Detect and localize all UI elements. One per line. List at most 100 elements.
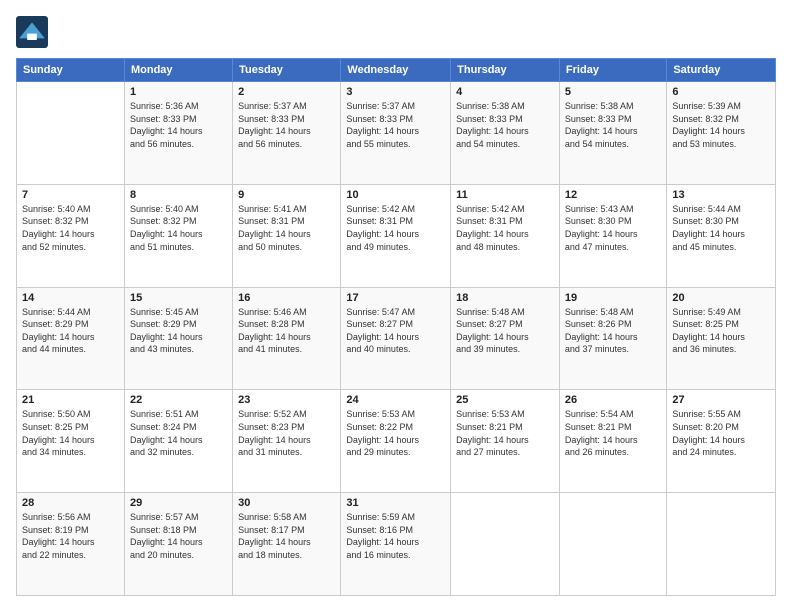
calendar-week-5: 28 Sunrise: 5:56 AM Sunset: 8:19 PM Dayli… <box>17 493 776 596</box>
calendar-cell: 22 Sunrise: 5:51 AM Sunset: 8:24 PM Dayli… <box>124 390 232 493</box>
logo-icon <box>16 16 48 48</box>
cell-info: Sunrise: 5:49 AM Sunset: 8:25 PM Dayligh… <box>672 306 770 356</box>
calendar-cell: 4 Sunrise: 5:38 AM Sunset: 8:33 PM Daylig… <box>451 82 560 185</box>
cell-info: Sunrise: 5:41 AM Sunset: 8:31 PM Dayligh… <box>238 203 335 253</box>
calendar-cell: 12 Sunrise: 5:43 AM Sunset: 8:30 PM Dayli… <box>559 184 666 287</box>
cell-info: Sunrise: 5:42 AM Sunset: 8:31 PM Dayligh… <box>456 203 554 253</box>
calendar-cell: 24 Sunrise: 5:53 AM Sunset: 8:22 PM Dayli… <box>341 390 451 493</box>
calendar-cell: 9 Sunrise: 5:41 AM Sunset: 8:31 PM Daylig… <box>233 184 341 287</box>
calendar-cell: 6Sunrise: 5:39 AM Sunset: 8:32 PM Daylig… <box>667 82 776 185</box>
calendar-cell: 1Sunrise: 5:36 AM Sunset: 8:33 PM Daylig… <box>124 82 232 185</box>
cell-date: 3 <box>346 86 445 98</box>
calendar-header-tuesday: Tuesday <box>233 59 341 82</box>
calendar-cell: 26 Sunrise: 5:54 AM Sunset: 8:21 PM Dayli… <box>559 390 666 493</box>
calendar-cell: 5Sunrise: 5:38 AM Sunset: 8:33 PM Daylig… <box>559 82 666 185</box>
calendar-cell <box>667 493 776 596</box>
cell-date: 2 <box>238 86 335 98</box>
cell-info: Sunrise: 5:58 AM Sunset: 8:17 PM Dayligh… <box>238 511 335 561</box>
cell-date: 14 <box>22 292 119 304</box>
calendar-cell: 30 Sunrise: 5:58 AM Sunset: 8:17 PM Dayli… <box>233 493 341 596</box>
cell-date: 4 <box>456 86 554 98</box>
cell-info: Sunrise: 5:40 AM Sunset: 8:32 PM Dayligh… <box>22 203 119 253</box>
cell-date: 31 <box>346 497 445 509</box>
cell-info: Sunrise: 5:57 AM Sunset: 8:18 PM Dayligh… <box>130 511 227 561</box>
calendar-cell: 28 Sunrise: 5:56 AM Sunset: 8:19 PM Dayli… <box>17 493 125 596</box>
calendar-cell: 27Sunrise: 5:55 AM Sunset: 8:20 PM Dayli… <box>667 390 776 493</box>
cell-info: Sunrise: 5:53 AM Sunset: 8:21 PM Dayligh… <box>456 408 554 458</box>
cell-info: Sunrise: 5:59 AM Sunset: 8:16 PM Dayligh… <box>346 511 445 561</box>
cell-date: 28 <box>22 497 119 509</box>
calendar-week-1: 1Sunrise: 5:36 AM Sunset: 8:33 PM Daylig… <box>17 82 776 185</box>
cell-info: Sunrise: 5:53 AM Sunset: 8:22 PM Dayligh… <box>346 408 445 458</box>
calendar-cell: 16 Sunrise: 5:46 AM Sunset: 8:28 PM Dayli… <box>233 287 341 390</box>
header <box>16 16 776 48</box>
calendar-week-3: 14 Sunrise: 5:44 AM Sunset: 8:29 PM Dayli… <box>17 287 776 390</box>
calendar-header-friday: Friday <box>559 59 666 82</box>
cell-date: 16 <box>238 292 335 304</box>
cell-info: Sunrise: 5:54 AM Sunset: 8:21 PM Dayligh… <box>565 408 661 458</box>
calendar-cell: 7Sunrise: 5:40 AM Sunset: 8:32 PM Daylig… <box>17 184 125 287</box>
page: SundayMondayTuesdayWednesdayThursdayFrid… <box>0 0 792 612</box>
cell-date: 30 <box>238 497 335 509</box>
cell-date: 5 <box>565 86 661 98</box>
calendar-header-wednesday: Wednesday <box>341 59 451 82</box>
calendar-cell: 10Sunrise: 5:42 AM Sunset: 8:31 PM Dayli… <box>341 184 451 287</box>
cell-date: 12 <box>565 189 661 201</box>
cell-date: 8 <box>130 189 227 201</box>
calendar-cell: 31 Sunrise: 5:59 AM Sunset: 8:16 PM Dayli… <box>341 493 451 596</box>
cell-info: Sunrise: 5:46 AM Sunset: 8:28 PM Dayligh… <box>238 306 335 356</box>
calendar-cell: 11Sunrise: 5:42 AM Sunset: 8:31 PM Dayli… <box>451 184 560 287</box>
calendar-cell: 8 Sunrise: 5:40 AM Sunset: 8:32 PM Daylig… <box>124 184 232 287</box>
calendar-cell: 29 Sunrise: 5:57 AM Sunset: 8:18 PM Dayli… <box>124 493 232 596</box>
cell-info: Sunrise: 5:36 AM Sunset: 8:33 PM Dayligh… <box>130 100 227 150</box>
cell-info: Sunrise: 5:43 AM Sunset: 8:30 PM Dayligh… <box>565 203 661 253</box>
calendar-cell: 15 Sunrise: 5:45 AM Sunset: 8:29 PM Dayli… <box>124 287 232 390</box>
calendar-cell: 21Sunrise: 5:50 AM Sunset: 8:25 PM Dayli… <box>17 390 125 493</box>
cell-date: 23 <box>238 394 335 406</box>
cell-date: 10 <box>346 189 445 201</box>
calendar-header-row: SundayMondayTuesdayWednesdayThursdayFrid… <box>17 59 776 82</box>
calendar-header-monday: Monday <box>124 59 232 82</box>
calendar-cell: 17Sunrise: 5:47 AM Sunset: 8:27 PM Dayli… <box>341 287 451 390</box>
cell-info: Sunrise: 5:51 AM Sunset: 8:24 PM Dayligh… <box>130 408 227 458</box>
cell-date: 27 <box>672 394 770 406</box>
cell-info: Sunrise: 5:37 AM Sunset: 8:33 PM Dayligh… <box>346 100 445 150</box>
cell-info: Sunrise: 5:44 AM Sunset: 8:29 PM Dayligh… <box>22 306 119 356</box>
cell-info: Sunrise: 5:48 AM Sunset: 8:27 PM Dayligh… <box>456 306 554 356</box>
cell-info: Sunrise: 5:40 AM Sunset: 8:32 PM Dayligh… <box>130 203 227 253</box>
logo <box>16 16 52 48</box>
cell-date: 15 <box>130 292 227 304</box>
cell-date: 26 <box>565 394 661 406</box>
calendar-week-2: 7Sunrise: 5:40 AM Sunset: 8:32 PM Daylig… <box>17 184 776 287</box>
calendar-cell: 3 Sunrise: 5:37 AM Sunset: 8:33 PM Daylig… <box>341 82 451 185</box>
calendar-cell: 2 Sunrise: 5:37 AM Sunset: 8:33 PM Daylig… <box>233 82 341 185</box>
cell-date: 25 <box>456 394 554 406</box>
cell-date: 21 <box>22 394 119 406</box>
cell-date: 24 <box>346 394 445 406</box>
cell-info: Sunrise: 5:48 AM Sunset: 8:26 PM Dayligh… <box>565 306 661 356</box>
calendar-cell: 23 Sunrise: 5:52 AM Sunset: 8:23 PM Dayli… <box>233 390 341 493</box>
cell-date: 9 <box>238 189 335 201</box>
calendar-cell: 25 Sunrise: 5:53 AM Sunset: 8:21 PM Dayli… <box>451 390 560 493</box>
calendar-header-thursday: Thursday <box>451 59 560 82</box>
cell-date: 17 <box>346 292 445 304</box>
cell-date: 13 <box>672 189 770 201</box>
calendar-cell: 13Sunrise: 5:44 AM Sunset: 8:30 PM Dayli… <box>667 184 776 287</box>
calendar-cell: 19Sunrise: 5:48 AM Sunset: 8:26 PM Dayli… <box>559 287 666 390</box>
cell-date: 29 <box>130 497 227 509</box>
cell-info: Sunrise: 5:37 AM Sunset: 8:33 PM Dayligh… <box>238 100 335 150</box>
calendar-header-sunday: Sunday <box>17 59 125 82</box>
cell-info: Sunrise: 5:45 AM Sunset: 8:29 PM Dayligh… <box>130 306 227 356</box>
cell-date: 22 <box>130 394 227 406</box>
calendar-week-4: 21Sunrise: 5:50 AM Sunset: 8:25 PM Dayli… <box>17 390 776 493</box>
cell-info: Sunrise: 5:52 AM Sunset: 8:23 PM Dayligh… <box>238 408 335 458</box>
cell-date: 20 <box>672 292 770 304</box>
calendar-cell <box>17 82 125 185</box>
calendar-cell: 18Sunrise: 5:48 AM Sunset: 8:27 PM Dayli… <box>451 287 560 390</box>
calendar-cell <box>559 493 666 596</box>
cell-info: Sunrise: 5:38 AM Sunset: 8:33 PM Dayligh… <box>456 100 554 150</box>
calendar-header-saturday: Saturday <box>667 59 776 82</box>
cell-info: Sunrise: 5:56 AM Sunset: 8:19 PM Dayligh… <box>22 511 119 561</box>
calendar: SundayMondayTuesdayWednesdayThursdayFrid… <box>16 58 776 596</box>
cell-info: Sunrise: 5:39 AM Sunset: 8:32 PM Dayligh… <box>672 100 770 150</box>
